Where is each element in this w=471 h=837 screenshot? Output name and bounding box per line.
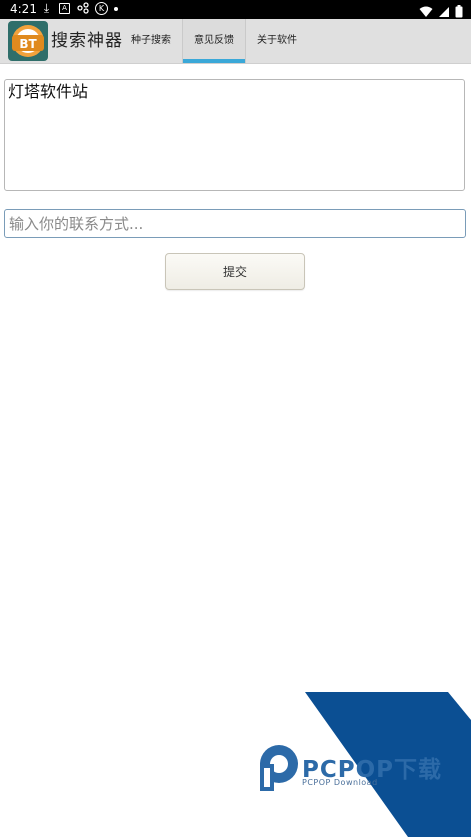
status-bar: 4:21 ⤓ A K (0, 0, 471, 19)
status-time: 4:21 (10, 2, 37, 16)
app-header: BT 搜索神器 种子搜索 意见反馈 关于软件 (0, 19, 471, 64)
watermark-sub: PCPOP Download (302, 778, 378, 787)
a-box-icon: A (59, 3, 70, 14)
tab-about[interactable]: 关于软件 (246, 19, 308, 63)
feedback-textarea[interactable]: 灯塔软件站 (4, 79, 465, 191)
active-tab-indicator (183, 59, 245, 63)
contact-input[interactable] (4, 209, 466, 238)
share-icon (76, 2, 89, 15)
app-title: 搜索神器 (51, 31, 123, 51)
download-icon: ⤓ (43, 1, 50, 15)
pcpop-logo-icon (260, 745, 298, 791)
tab-seed-search[interactable]: 种子搜索 (120, 19, 182, 63)
k-circle-icon: K (95, 2, 108, 15)
submit-button[interactable]: 提交 (165, 253, 305, 290)
tab-feedback[interactable]: 意见反馈 (183, 19, 245, 63)
logo-text: BT (19, 37, 37, 51)
app-logo: BT (8, 21, 48, 61)
dot-icon (114, 6, 118, 11)
watermark: PCPOP下载 PCPOP Download (250, 692, 471, 837)
notification-icons: ⤓ A K (40, 2, 118, 15)
